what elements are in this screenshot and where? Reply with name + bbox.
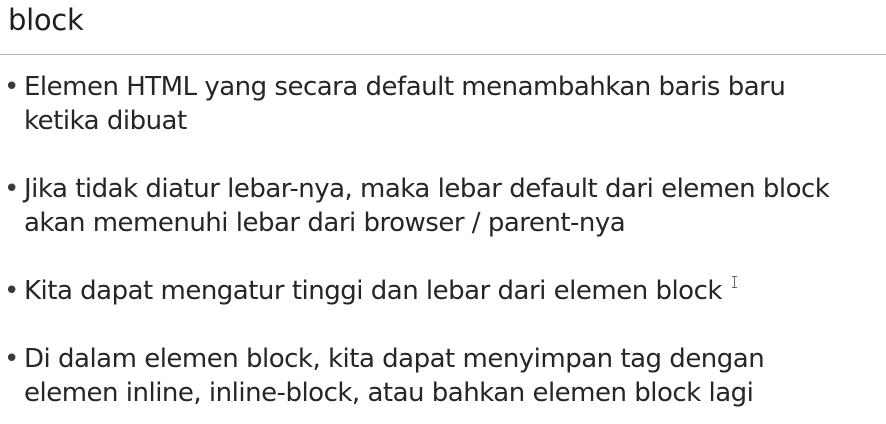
bullet-item: • Di dalam elemen block, kita dapat meny… [0, 342, 886, 410]
bullet-list: • Elemen HTML yang secara default menamb… [0, 70, 886, 410]
bullet-text-line: Jika tidak diatur lebar-nya, maka lebar … [24, 174, 830, 204]
bullet-item: • Elemen HTML yang secara default menamb… [0, 70, 886, 138]
bullet-item: • Jika tidak diatur lebar-nya, maka leba… [0, 172, 886, 240]
text-cursor-icon [732, 276, 738, 288]
bullet-text-line: elemen inline, inline-block, atau bahkan… [24, 378, 754, 408]
title-divider [0, 54, 886, 55]
bullet-dot-icon: • [4, 276, 19, 306]
bullet-dot-icon: • [4, 174, 19, 204]
bullet-text-line: ketika dibuat [24, 106, 187, 136]
slide-title: block [8, 3, 84, 37]
bullet-text-line: akan memenuhi lebar dari browser / paren… [24, 208, 626, 238]
bullet-item: • Kita dapat mengatur tinggi dan lebar d… [0, 274, 886, 308]
bullet-text-line: Di dalam elemen block, kita dapat menyim… [24, 344, 765, 374]
bullet-text-line: Kita dapat mengatur tinggi dan lebar dar… [24, 276, 722, 306]
bullet-dot-icon: • [4, 344, 19, 374]
bullet-text-line: Elemen HTML yang secara default menambah… [24, 72, 786, 102]
slide: block • Elemen HTML yang secara default … [0, 0, 886, 424]
bullet-dot-icon: • [4, 72, 19, 102]
